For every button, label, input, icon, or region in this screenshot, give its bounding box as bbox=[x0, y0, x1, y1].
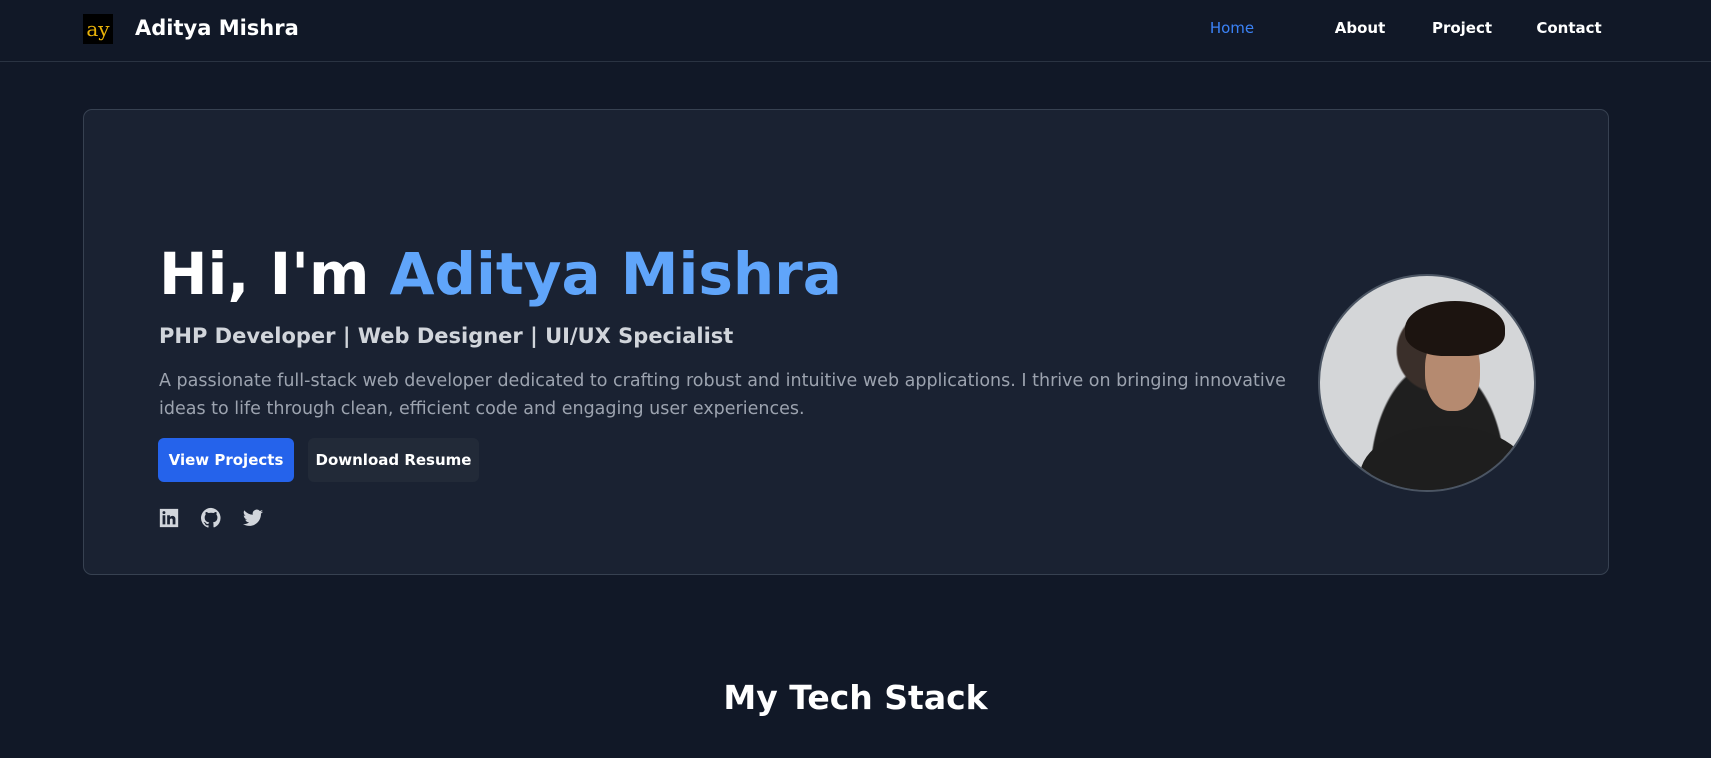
github-icon[interactable] bbox=[200, 507, 222, 529]
brand-name[interactable]: Aditya Mishra bbox=[135, 16, 299, 40]
tech-stack-heading: My Tech Stack bbox=[723, 678, 988, 717]
hero-heading: Hi, I'm Aditya Mishra bbox=[159, 240, 842, 308]
twitter-icon[interactable] bbox=[242, 507, 264, 529]
photo-body bbox=[1360, 426, 1530, 490]
logo[interactable]: ay bbox=[83, 14, 113, 44]
hero-card: Hi, I'm Aditya Mishra PHP Developer | We… bbox=[83, 109, 1609, 575]
download-resume-button[interactable]: Download Resume bbox=[308, 438, 479, 482]
navbar: ay Aditya Mishra Home About Project Cont… bbox=[0, 0, 1711, 62]
profile-photo bbox=[1318, 274, 1536, 492]
nav-home[interactable]: Home bbox=[1210, 19, 1254, 37]
hero-description: A passionate full-stack web developer de… bbox=[159, 371, 1286, 419]
hero-subtitle: PHP Developer | Web Designer | UI/UX Spe… bbox=[159, 324, 734, 348]
photo-hair bbox=[1405, 301, 1505, 356]
linkedin-icon[interactable] bbox=[158, 507, 180, 529]
view-projects-button[interactable]: View Projects bbox=[158, 438, 294, 482]
greeting: Hi, I'm bbox=[159, 240, 390, 308]
hero-name: Aditya Mishra bbox=[389, 240, 842, 308]
nav-project[interactable]: Project bbox=[1432, 19, 1492, 37]
nav-contact[interactable]: Contact bbox=[1536, 19, 1601, 37]
nav-about[interactable]: About bbox=[1335, 19, 1386, 37]
